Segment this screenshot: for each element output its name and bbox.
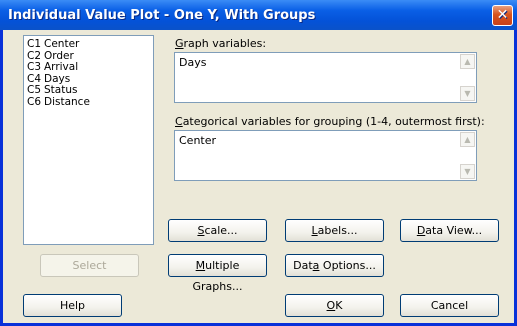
cancel-button[interactable]: Cancel <box>400 294 499 317</box>
variable-name: Center <box>44 38 80 50</box>
window-title: Individual Value Plot - One Y, With Grou… <box>8 8 316 23</box>
scroll-up-icon[interactable]: ▲ <box>460 132 475 147</box>
data-options-button[interactable]: Data Options... <box>285 254 384 277</box>
graph-variables-label: Graph variables: <box>175 37 266 50</box>
list-item[interactable]: C6 Distance <box>27 95 150 109</box>
label-text: raph variables: <box>183 37 267 50</box>
mnemonic: C <box>175 115 183 128</box>
scroll-up-icon[interactable]: ▲ <box>460 54 475 69</box>
data-view-button[interactable]: Data View... <box>400 219 499 242</box>
list-item[interactable]: C5 Status <box>27 84 150 97</box>
categorical-variables-label: Categorical variables for grouping (1-4,… <box>175 115 485 128</box>
scale-button[interactable]: Scale... <box>168 219 267 242</box>
graph-variables-field[interactable]: Days ▲ ▼ <box>174 52 477 103</box>
dialog-window: Individual Value Plot - One Y, With Grou… <box>0 0 517 326</box>
categorical-variables-field[interactable]: Center ▲ ▼ <box>174 130 477 181</box>
mnemonic: M <box>195 259 206 272</box>
variable-id: C1 <box>27 38 42 50</box>
button-label: Options... <box>319 259 376 272</box>
categorical-variables-value: Center <box>179 134 217 147</box>
variable-name: Status <box>44 84 78 96</box>
button-label: abels... <box>317 224 358 237</box>
variable-name: Arrival <box>44 61 79 73</box>
scrollbar[interactable]: ▲ ▼ <box>459 53 476 102</box>
mnemonic: G <box>175 37 184 50</box>
ok-button[interactable]: OK <box>285 294 384 317</box>
close-icon: ✕ <box>496 7 509 23</box>
list-item[interactable]: C3 Arrival <box>27 61 150 74</box>
variable-id: C6 <box>27 95 42 108</box>
scrollbar[interactable]: ▲ ▼ <box>459 131 476 180</box>
scroll-down-icon[interactable]: ▼ <box>460 164 475 179</box>
variable-id: C3 <box>27 61 42 73</box>
button-label-pre: Dat <box>293 259 313 272</box>
variable-list[interactable]: C1 Center C2 Order C3 Arrival C4 Days C5 Stat… <box>23 35 154 245</box>
button-label: K <box>335 299 343 312</box>
graph-variables-value: Days <box>179 56 207 69</box>
scroll-down-icon[interactable]: ▼ <box>460 86 475 101</box>
labels-button[interactable]: Labels... <box>285 219 384 242</box>
list-item[interactable]: C1 Center <box>27 38 150 51</box>
close-button[interactable]: ✕ <box>492 5 513 26</box>
button-label: ata View... <box>425 224 483 237</box>
variable-id: C5 <box>27 84 42 96</box>
label-text: ategorical variables for grouping (1-4, … <box>182 115 485 128</box>
help-button[interactable]: Help <box>23 294 122 317</box>
multiple-graphs-button[interactable]: Multiple Graphs... <box>168 254 267 293</box>
title-bar: Individual Value Plot - One Y, With Grou… <box>0 0 517 30</box>
variable-name: Distance <box>44 95 90 108</box>
mnemonic: O <box>326 299 336 312</box>
select-button[interactable]: Select <box>40 254 139 277</box>
button-label: cale... <box>204 224 238 237</box>
